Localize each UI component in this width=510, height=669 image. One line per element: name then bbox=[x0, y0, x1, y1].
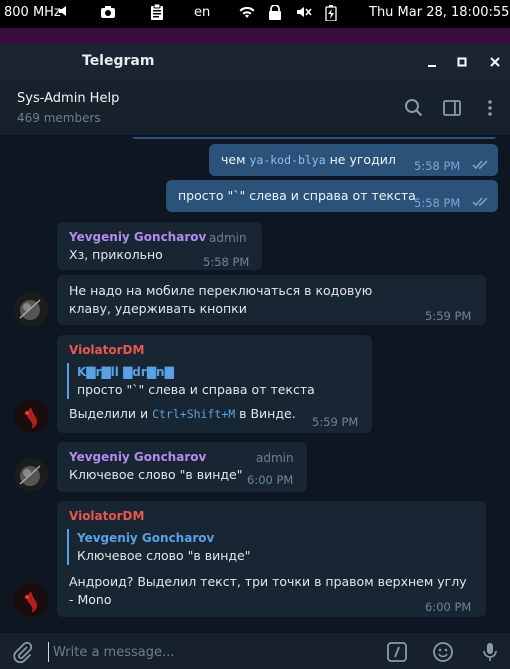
mute-icon[interactable] bbox=[296, 5, 312, 23]
message-bubble-incoming[interactable]: Yevgeniy Goncharov admin Ключевое слово … bbox=[57, 442, 307, 492]
datetime[interactable]: Thu Mar 28, 18:00:55 bbox=[369, 5, 509, 20]
camera-icon[interactable] bbox=[100, 5, 116, 23]
emoji-icon[interactable] bbox=[432, 641, 454, 663]
commands-icon[interactable] bbox=[386, 641, 408, 663]
message-composer bbox=[0, 632, 510, 669]
system-top-bar: 800 MHz en Thu Mar 28, 18:00:55 bbox=[0, 0, 510, 28]
message-time: 5:58 PM bbox=[414, 196, 461, 210]
attach-icon[interactable] bbox=[12, 641, 34, 664]
avatar[interactable] bbox=[14, 583, 48, 617]
search-icon[interactable] bbox=[404, 98, 424, 118]
message-time: 5:58 PM bbox=[203, 255, 250, 269]
message-bubble-incoming[interactable]: ViolatorDM K▇r▇ll ▇dr▇n▇ просто "`" слев… bbox=[57, 335, 372, 433]
close-button[interactable] bbox=[487, 54, 503, 70]
chat-name[interactable]: Sys-Admin Help bbox=[17, 91, 119, 106]
sender-role: admin bbox=[256, 451, 294, 465]
chat-header[interactable]: Sys-Admin Help 469 members bbox=[0, 80, 510, 136]
message-text: Хз, прикольно bbox=[69, 247, 163, 262]
message-sender[interactable]: Yevgeniy Goncharov bbox=[69, 228, 206, 246]
window-title: Telegram bbox=[82, 53, 155, 69]
message-time: 5:59 PM bbox=[312, 415, 359, 429]
message-list[interactable]: чем ya-kod-blya не угодил 5:58 PM просто… bbox=[0, 137, 510, 624]
message-bubble-incoming[interactable]: Yevgeniy Goncharov admin Хз, прикольно 5… bbox=[57, 222, 262, 270]
message-text: чем ya-kod-blya не угодил bbox=[221, 152, 396, 167]
clipboard-icon[interactable] bbox=[150, 3, 164, 24]
message-text: Выделили и Ctrl+Shift+M в Винде. bbox=[69, 406, 296, 421]
reply-sender: K▇r▇ll ▇dr▇n▇ bbox=[77, 365, 174, 379]
avatar[interactable] bbox=[14, 399, 48, 433]
message-time: 5:59 PM bbox=[425, 309, 472, 323]
microphone-icon[interactable] bbox=[479, 641, 501, 663]
speaker-icon[interactable] bbox=[58, 4, 72, 22]
message-bubble-outgoing[interactable]: чем ya-kod-blya не угодил 5:58 PM bbox=[209, 144, 498, 176]
message-bubble-partial[interactable] bbox=[130, 137, 498, 139]
message-text: Ключевое слово "в винде" bbox=[69, 467, 243, 482]
cpu-frequency: 800 MHz bbox=[4, 5, 61, 20]
read-ticks-icon bbox=[472, 160, 488, 170]
desktop-strip bbox=[0, 28, 510, 44]
inline-code: ya-kod-blya bbox=[249, 153, 326, 167]
minimize-button[interactable] bbox=[424, 54, 440, 70]
wifi-icon[interactable] bbox=[238, 5, 256, 23]
message-sender[interactable]: Yevgeniy Goncharov bbox=[69, 448, 206, 466]
battery-icon[interactable] bbox=[325, 5, 337, 25]
lock-icon[interactable] bbox=[268, 4, 282, 24]
reply-text: Ключевое слово "в винде" bbox=[77, 548, 251, 563]
message-bubble-outgoing[interactable]: просто "`" слева и справа от текста 5:58… bbox=[166, 180, 498, 212]
read-ticks-icon bbox=[472, 197, 488, 207]
message-sender[interactable]: ViolatorDM bbox=[69, 341, 144, 359]
inline-code: Ctrl+Shift+M bbox=[152, 407, 236, 421]
maximize-button[interactable] bbox=[454, 54, 470, 70]
chat-members-count[interactable]: 469 members bbox=[17, 111, 101, 125]
message-input[interactable] bbox=[48, 642, 368, 662]
sidebar-icon[interactable] bbox=[442, 98, 462, 118]
message-bubble-incoming[interactable]: ViolatorDM Yevgeniy Goncharov Ключевое с… bbox=[57, 501, 486, 617]
message-text: Андроид? Выделил текст, три точки в прав… bbox=[69, 574, 467, 607]
reply-sender: Yevgeniy Goncharov bbox=[77, 531, 215, 545]
reply-quote[interactable]: K▇r▇ll ▇dr▇n▇ просто "`" слева и справа … bbox=[67, 363, 315, 399]
message-time: 6:00 PM bbox=[247, 473, 294, 487]
window-title-bar[interactable]: Telegram bbox=[0, 44, 510, 80]
keyboard-layout[interactable]: en bbox=[194, 5, 210, 20]
reply-quote[interactable]: Yevgeniy Goncharov Ключевое слово "в вин… bbox=[67, 529, 250, 565]
message-sender[interactable]: ViolatorDM bbox=[69, 507, 144, 525]
message-text: просто "`" слева и справа от текста bbox=[178, 188, 416, 203]
message-text: Не надо на мобиле переключаться в кодову… bbox=[69, 283, 373, 316]
message-time: 6:00 PM bbox=[425, 600, 472, 614]
message-bubble-incoming[interactable]: Не надо на мобиле переключаться в кодову… bbox=[57, 275, 486, 325]
more-icon[interactable] bbox=[480, 98, 500, 118]
sender-role: admin bbox=[209, 231, 247, 245]
reply-text: просто "`" слева и справа от текста bbox=[77, 382, 315, 397]
avatar[interactable] bbox=[14, 458, 48, 492]
avatar[interactable] bbox=[14, 292, 48, 326]
message-time: 5:58 PM bbox=[414, 159, 461, 173]
